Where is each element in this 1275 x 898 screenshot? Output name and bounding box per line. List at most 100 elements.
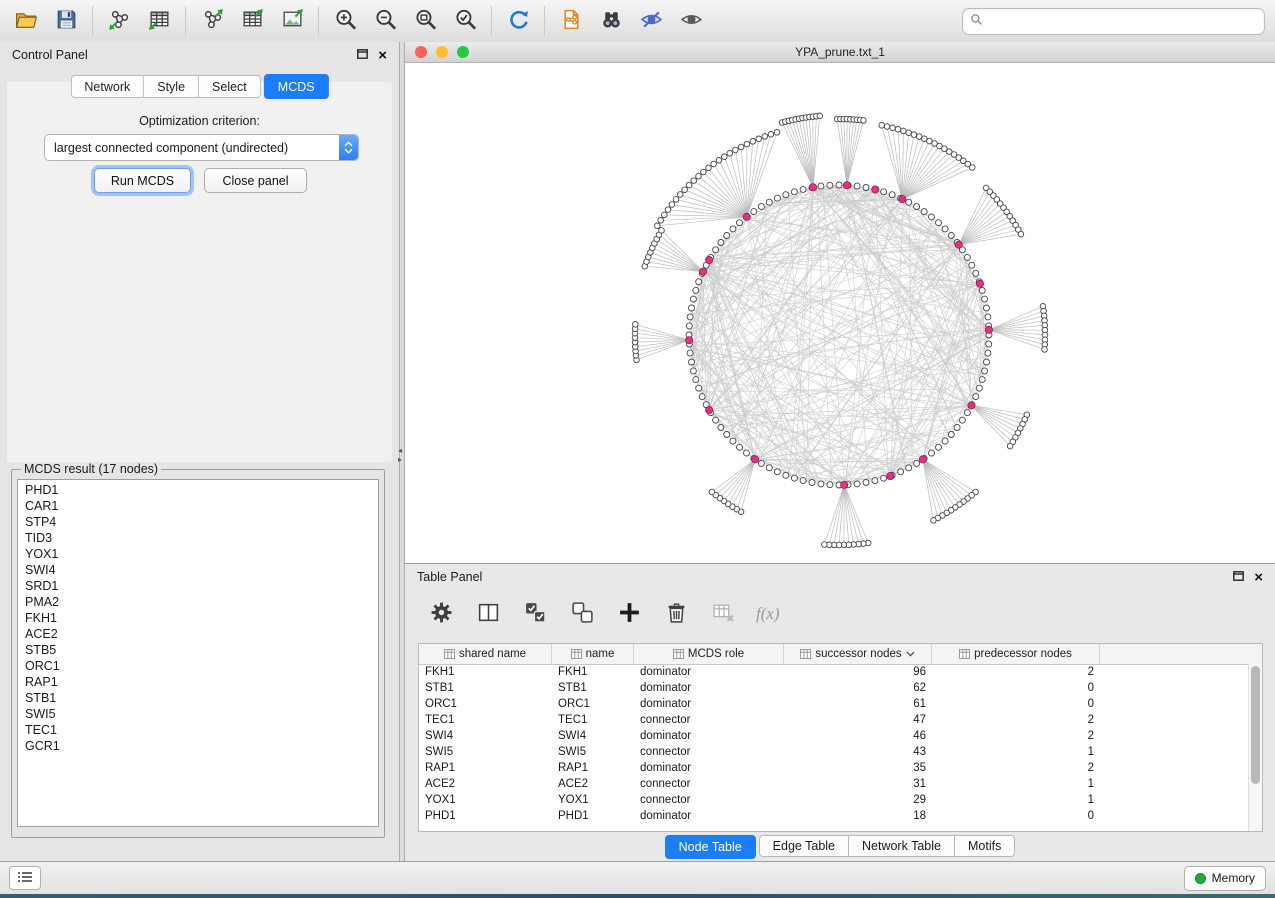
splitter-collapse-icon[interactable]: ◂▸ [398, 446, 402, 464]
cell-predecessor-nodes: 0 [932, 696, 1100, 712]
mcds-result-item[interactable]: ORC1 [25, 658, 378, 674]
table-row[interactable]: SWI5SWI5connector431 [419, 744, 1249, 760]
network-window-titlebar: YPA_prune.txt_1 [405, 42, 1275, 63]
column-header-filler [1100, 644, 1262, 664]
column-header-mcds-role[interactable]: MCDS role [634, 644, 784, 664]
zoom-in-button[interactable] [326, 5, 364, 37]
mcds-result-item[interactable]: STB1 [25, 690, 378, 706]
zoom-fit-button[interactable] [406, 5, 444, 37]
column-header-successor-nodes[interactable]: successor nodes [784, 644, 932, 664]
cell-predecessor-nodes: 1 [932, 792, 1100, 808]
show-panels-button[interactable] [9, 866, 41, 890]
column-sort-icon [959, 649, 970, 659]
table-row[interactable]: FKH1FKH1dominator962 [419, 664, 1249, 680]
unselect-all-button[interactable] [568, 600, 596, 628]
export-network-button[interactable] [193, 5, 231, 37]
import-table-button[interactable] [140, 5, 178, 37]
cell-shared-name: SWI5 [419, 744, 552, 760]
network-canvas[interactable] [405, 63, 1273, 563]
zoom-selected-button[interactable] [446, 5, 484, 37]
status-bar: Memory [0, 861, 1275, 894]
table-row[interactable]: YOX1YOX1connector291 [419, 792, 1249, 808]
column-header-predecessor-nodes[interactable]: predecessor nodes [932, 644, 1100, 664]
gear-button[interactable] [427, 600, 455, 628]
mcds-result-item[interactable]: STP4 [25, 514, 378, 530]
mcds-result-item[interactable]: RAP1 [25, 674, 378, 690]
cell-name: SWI4 [552, 728, 634, 744]
export-image-button[interactable] [273, 5, 311, 37]
memory-button[interactable]: Memory [1184, 866, 1266, 891]
table-row[interactable]: TEC1TEC1connector472 [419, 712, 1249, 728]
table-row[interactable]: RAP1RAP1dominator352 [419, 760, 1249, 776]
close-table-panel-icon[interactable]: × [1254, 570, 1263, 585]
mcds-result-item[interactable]: GCR1 [25, 738, 378, 754]
table-row[interactable]: ACE2ACE2connector311 [419, 776, 1249, 792]
network-graph[interactable] [405, 63, 1273, 563]
add-button[interactable] [615, 600, 643, 628]
import-table-icon [147, 7, 172, 35]
save-button[interactable] [47, 5, 85, 37]
window-close-button[interactable] [415, 46, 427, 58]
table-scrollbar[interactable] [1248, 664, 1262, 831]
mcds-result-item[interactable]: SWI5 [25, 706, 378, 722]
mcds-result-item[interactable]: SWI4 [25, 562, 378, 578]
mcds-result-item[interactable]: PMA2 [25, 594, 378, 610]
window-zoom-button[interactable] [457, 46, 469, 58]
cell-shared-name: TEC1 [419, 712, 552, 728]
export-table-button[interactable] [233, 5, 271, 37]
show-hide-button[interactable] [672, 5, 710, 37]
column-header-label: predecessor nodes [974, 648, 1072, 660]
refresh-button[interactable] [499, 5, 537, 37]
tab-network[interactable]: Network [70, 75, 144, 98]
table-row[interactable]: STB1STB1dominator620 [419, 680, 1249, 696]
float-table-panel-icon[interactable] [1233, 570, 1244, 584]
show-hide-icon [679, 7, 704, 35]
window-minimize-button[interactable] [436, 46, 448, 58]
columns-button[interactable] [474, 600, 502, 628]
destroy-table-button[interactable] [709, 600, 737, 628]
tab-network-table[interactable]: Network Table [849, 835, 955, 857]
close-panel-button[interactable]: Close panel [204, 168, 307, 193]
select-all-button[interactable] [521, 600, 549, 628]
column-sort-icon [571, 649, 582, 659]
table-row[interactable]: PHD1PHD1dominator180 [419, 808, 1249, 824]
table-row[interactable]: ORC1ORC1dominator610 [419, 696, 1249, 712]
mcds-result-item[interactable]: TID3 [25, 530, 378, 546]
column-header-shared-name[interactable]: shared name [419, 644, 552, 664]
mcds-result-item[interactable]: TEC1 [25, 722, 378, 738]
tab-motifs[interactable]: Motifs [955, 835, 1015, 857]
mcds-result-item[interactable]: ACE2 [25, 626, 378, 642]
cell-predecessor-nodes: 2 [932, 664, 1100, 680]
close-panel-icon[interactable]: × [378, 48, 387, 63]
run-mcds-button[interactable]: Run MCDS [94, 168, 191, 193]
cell-shared-name: STB1 [419, 680, 552, 696]
tab-select[interactable]: Select [199, 75, 261, 98]
delete-button[interactable] [662, 600, 690, 628]
table-scrollbar-thumb[interactable] [1251, 666, 1260, 784]
zoom-out-button[interactable] [366, 5, 404, 37]
search-input[interactable] [988, 13, 1257, 29]
table-row[interactable]: SWI4SWI4dominator462 [419, 728, 1249, 744]
tab-mcds[interactable]: MCDS [264, 74, 329, 99]
refresh-icon [506, 7, 531, 35]
criterion-dropdown[interactable]: largest connected component (undirected) [44, 134, 359, 161]
mcds-result-item[interactable]: YOX1 [25, 546, 378, 562]
mcds-result-item[interactable]: PHD1 [25, 482, 378, 498]
mcds-result-item[interactable]: STB5 [25, 642, 378, 658]
column-sort-icon [444, 649, 455, 659]
float-panel-icon[interactable] [357, 48, 368, 62]
import-network-button[interactable] [100, 5, 138, 37]
open-folder-button[interactable] [7, 5, 45, 37]
mcds-result-item[interactable]: SRD1 [25, 578, 378, 594]
find-button[interactable] [592, 5, 630, 37]
mcds-result-list[interactable]: PHD1CAR1STP4TID3YOX1SWI4SRD1PMA2FKH1ACE2… [17, 479, 379, 827]
mcds-result-item[interactable]: FKH1 [25, 610, 378, 626]
style-preview-button[interactable] [632, 5, 670, 37]
tab-node-table[interactable]: Node Table [665, 835, 756, 859]
tab-edge-table[interactable]: Edge Table [759, 835, 849, 857]
tab-style[interactable]: Style [144, 75, 199, 98]
share-document-button[interactable] [552, 5, 590, 37]
mcds-result-item[interactable]: CAR1 [25, 498, 378, 514]
function-builder-button[interactable]: f(x) [756, 604, 780, 624]
column-header-name[interactable]: name [552, 644, 634, 664]
